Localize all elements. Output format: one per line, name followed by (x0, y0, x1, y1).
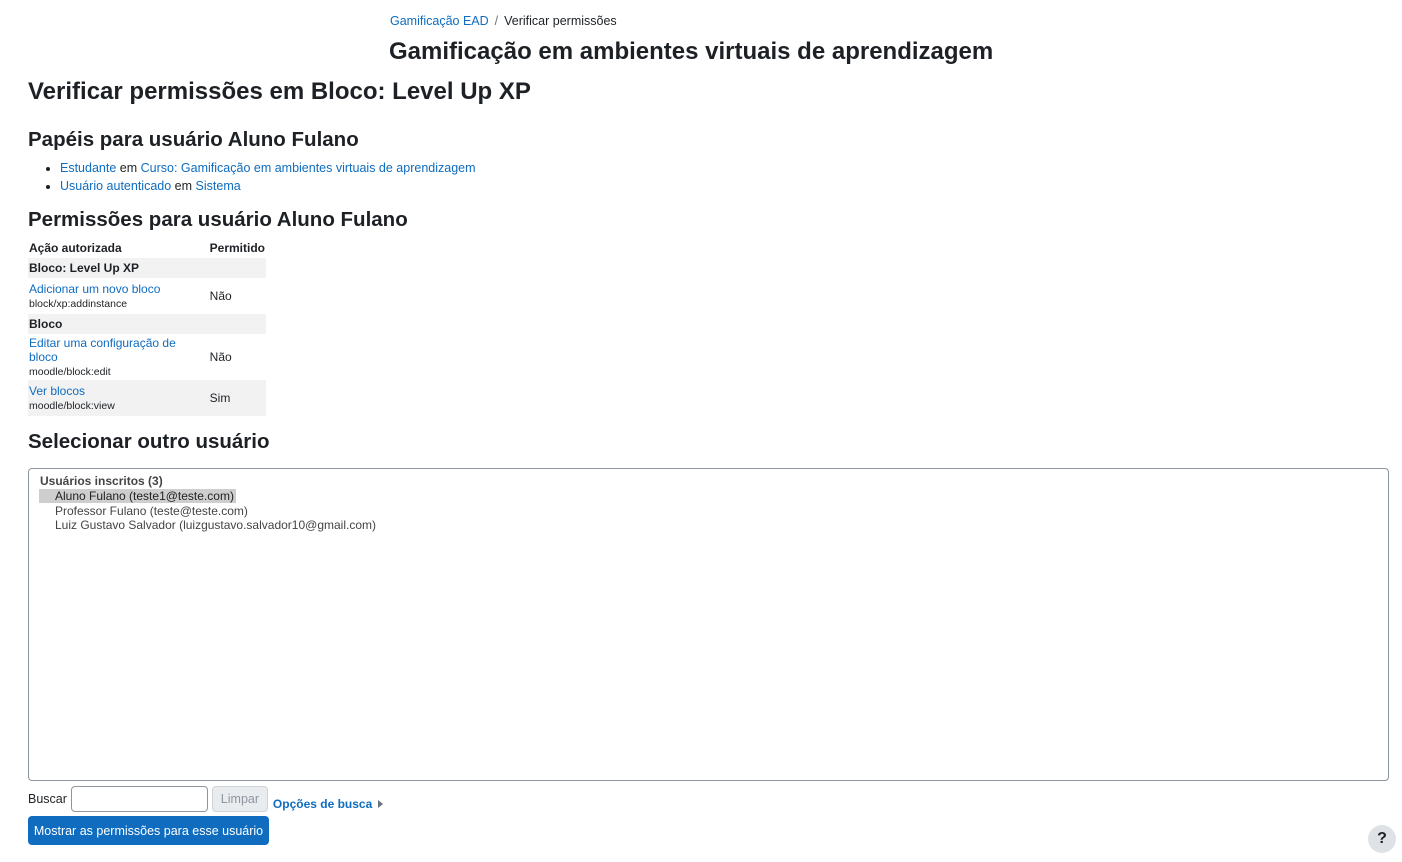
role-link[interactable]: Estudante (60, 161, 116, 175)
table-row: Adicionar um novo bloco block/xp:addinst… (28, 278, 266, 314)
breadcrumb-separator: / (494, 14, 499, 28)
allowed-value: Não (209, 350, 232, 364)
role-item: Estudante em Curso: Gamificação em ambie… (60, 159, 476, 177)
breadcrumb: Gamificação EAD / Verificar permissões (390, 14, 617, 28)
help-button[interactable]: ? (1368, 825, 1396, 853)
group-name: Bloco: Level Up XP (28, 258, 209, 278)
caret-right-icon (378, 800, 384, 808)
optgroup-label: Usuários inscritos (3) (40, 474, 163, 488)
allowed-value: Sim (208, 380, 266, 416)
permissions-table: Ação autorizada Permitido Bloco: Level U… (28, 238, 266, 416)
role-item: Usuário autenticado em Sistema (60, 177, 476, 195)
capability-code: moodle/block:edit (29, 366, 111, 378)
roles-heading: Papéis para usuário Aluno Fulano (28, 128, 359, 151)
capability-link[interactable]: Ver blocos (29, 384, 208, 398)
search-input[interactable] (70, 786, 208, 812)
table-row: Editar uma configuração de bloco moodle/… (28, 334, 266, 380)
select-user-heading: Selecionar outro usuário (28, 430, 270, 453)
role-context-link[interactable]: Sistema (196, 179, 241, 193)
column-header-allowed: Permitido (209, 241, 265, 255)
capability-link[interactable]: Adicionar um novo bloco (29, 282, 208, 296)
group-row: Bloco (28, 314, 266, 334)
permissions-heading: Permissões para usuário Aluno Fulano (28, 208, 408, 231)
show-permissions-button[interactable]: Mostrar as permissões para esse usuário (28, 816, 269, 845)
capability-code: moodle/block:view (29, 400, 115, 412)
role-connector: em (119, 161, 138, 175)
capability-link[interactable]: Editar uma configuração de bloco (29, 336, 208, 364)
search-options-label: Opções de busca (272, 797, 373, 811)
user-option[interactable]: Professor Fulano (teste@teste.com) (39, 504, 250, 518)
user-select-list[interactable]: Usuários inscritos (3) Aluno Fulano (tes… (28, 468, 1389, 781)
search-row: Buscar Limpar Opções de busca (28, 786, 384, 812)
role-context-link[interactable]: Curso: Gamificação em ambientes virtuais… (141, 161, 476, 175)
course-title: Gamificação em ambientes virtuais de apr… (389, 38, 994, 65)
search-label: Buscar (28, 792, 67, 806)
user-option-selected[interactable]: Aluno Fulano (teste1@teste.com) (39, 489, 236, 503)
allowed-value: Não (209, 289, 232, 303)
page-heading: Verificar permissões em Bloco: Level Up … (28, 78, 531, 105)
clear-button[interactable]: Limpar (211, 786, 268, 812)
column-header-action: Ação autorizada (29, 241, 122, 255)
group-name: Bloco (28, 314, 209, 334)
search-options-toggle[interactable]: Opções de busca (272, 797, 384, 811)
group-row: Bloco: Level Up XP (28, 258, 266, 278)
table-row: Ver blocos moodle/block:view Sim (28, 380, 266, 416)
capability-code: block/xp:addinstance (29, 298, 128, 310)
role-link[interactable]: Usuário autenticado (60, 179, 171, 193)
breadcrumb-course-link[interactable]: Gamificação EAD (390, 14, 489, 28)
roles-list: Estudante em Curso: Gamificação em ambie… (28, 159, 476, 195)
user-option[interactable]: Luiz Gustavo Salvador (luizgustavo.salva… (39, 518, 378, 532)
role-connector: em (174, 179, 193, 193)
table-header-row: Ação autorizada Permitido (28, 238, 266, 258)
breadcrumb-current: Verificar permissões (504, 14, 617, 28)
